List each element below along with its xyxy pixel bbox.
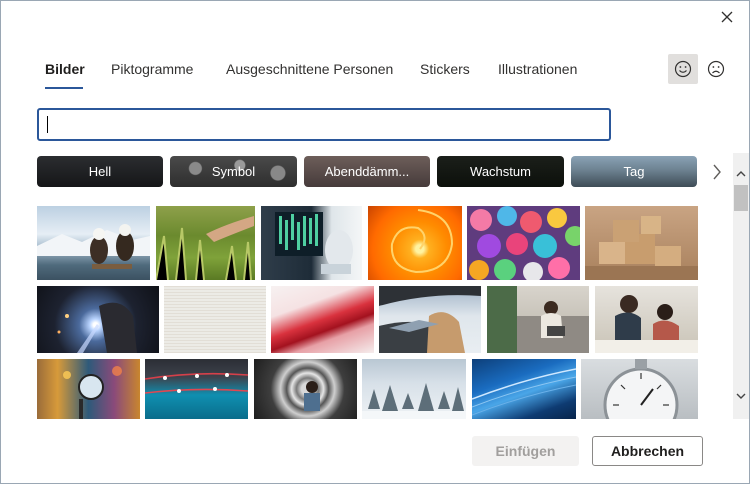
chevron-right-icon[interactable]	[707, 159, 727, 185]
image-tile[interactable]	[37, 206, 150, 280]
image-tile[interactable]	[145, 359, 248, 419]
tab-stickers[interactable]: Stickers	[420, 61, 470, 77]
frown-face-icon[interactable]	[701, 54, 731, 84]
image-tile[interactable]	[37, 359, 140, 419]
image-tile[interactable]	[487, 286, 589, 353]
image-tile[interactable]	[362, 359, 466, 419]
image-tile[interactable]	[581, 359, 698, 419]
image-tile[interactable]	[585, 206, 698, 280]
tab-label: Illustrationen	[498, 61, 578, 77]
image-tile[interactable]	[368, 206, 462, 280]
chip-label: Hell	[88, 164, 112, 179]
image-tile[interactable]	[156, 206, 255, 280]
tab-illustrationen[interactable]: Illustrationen	[498, 61, 577, 77]
chip-wachstum[interactable]: Wachstum	[437, 156, 564, 187]
cancel-button[interactable]: Abbrechen	[592, 436, 703, 466]
image-tile[interactable]	[467, 206, 580, 280]
image-tile[interactable]	[472, 359, 576, 419]
chevron-down-icon[interactable]	[733, 389, 749, 403]
image-tile[interactable]	[37, 286, 159, 353]
close-icon[interactable]	[715, 7, 739, 27]
tab-ausgeschnittene-personen[interactable]: Ausgeschnittene Personen	[226, 61, 393, 77]
chevron-up-icon[interactable]	[733, 167, 749, 181]
image-tile[interactable]	[379, 286, 481, 353]
search-input[interactable]	[37, 108, 611, 141]
image-tile[interactable]	[271, 286, 374, 353]
image-tile[interactable]	[164, 286, 266, 353]
text-caret	[47, 116, 48, 133]
image-tile[interactable]	[254, 359, 357, 419]
scrollbar-thumb[interactable]	[734, 185, 748, 211]
chip-label: Abenddämm...	[324, 164, 410, 179]
image-tile[interactable]	[595, 286, 698, 353]
dialog: Bilder Piktogramme Ausgeschnittene Perso…	[0, 0, 750, 484]
chip-label: Wachstum	[470, 164, 531, 179]
tab-bilder[interactable]: Bilder	[45, 61, 85, 89]
active-tab-indicator	[45, 87, 83, 89]
chip-tag[interactable]: Tag	[571, 156, 697, 187]
chip-symbol[interactable]: Symbol	[170, 156, 297, 187]
tab-label: Stickers	[420, 61, 470, 77]
chip-label: Symbol	[211, 164, 256, 179]
chip-abenddaemmerung[interactable]: Abenddämm...	[304, 156, 430, 187]
chip-label: Tag	[623, 164, 645, 179]
insert-button[interactable]: Einfügen	[472, 436, 579, 466]
smile-face-icon[interactable]	[668, 54, 698, 84]
tab-piktogramme[interactable]: Piktogramme	[111, 61, 193, 77]
chip-hell[interactable]: Hell	[37, 156, 163, 187]
tab-label: Bilder	[45, 61, 85, 77]
scrollbar[interactable]	[733, 153, 749, 419]
tab-label: Piktogramme	[111, 61, 194, 77]
image-tile[interactable]	[261, 206, 362, 280]
tab-label: Ausgeschnittene Personen	[226, 61, 394, 77]
